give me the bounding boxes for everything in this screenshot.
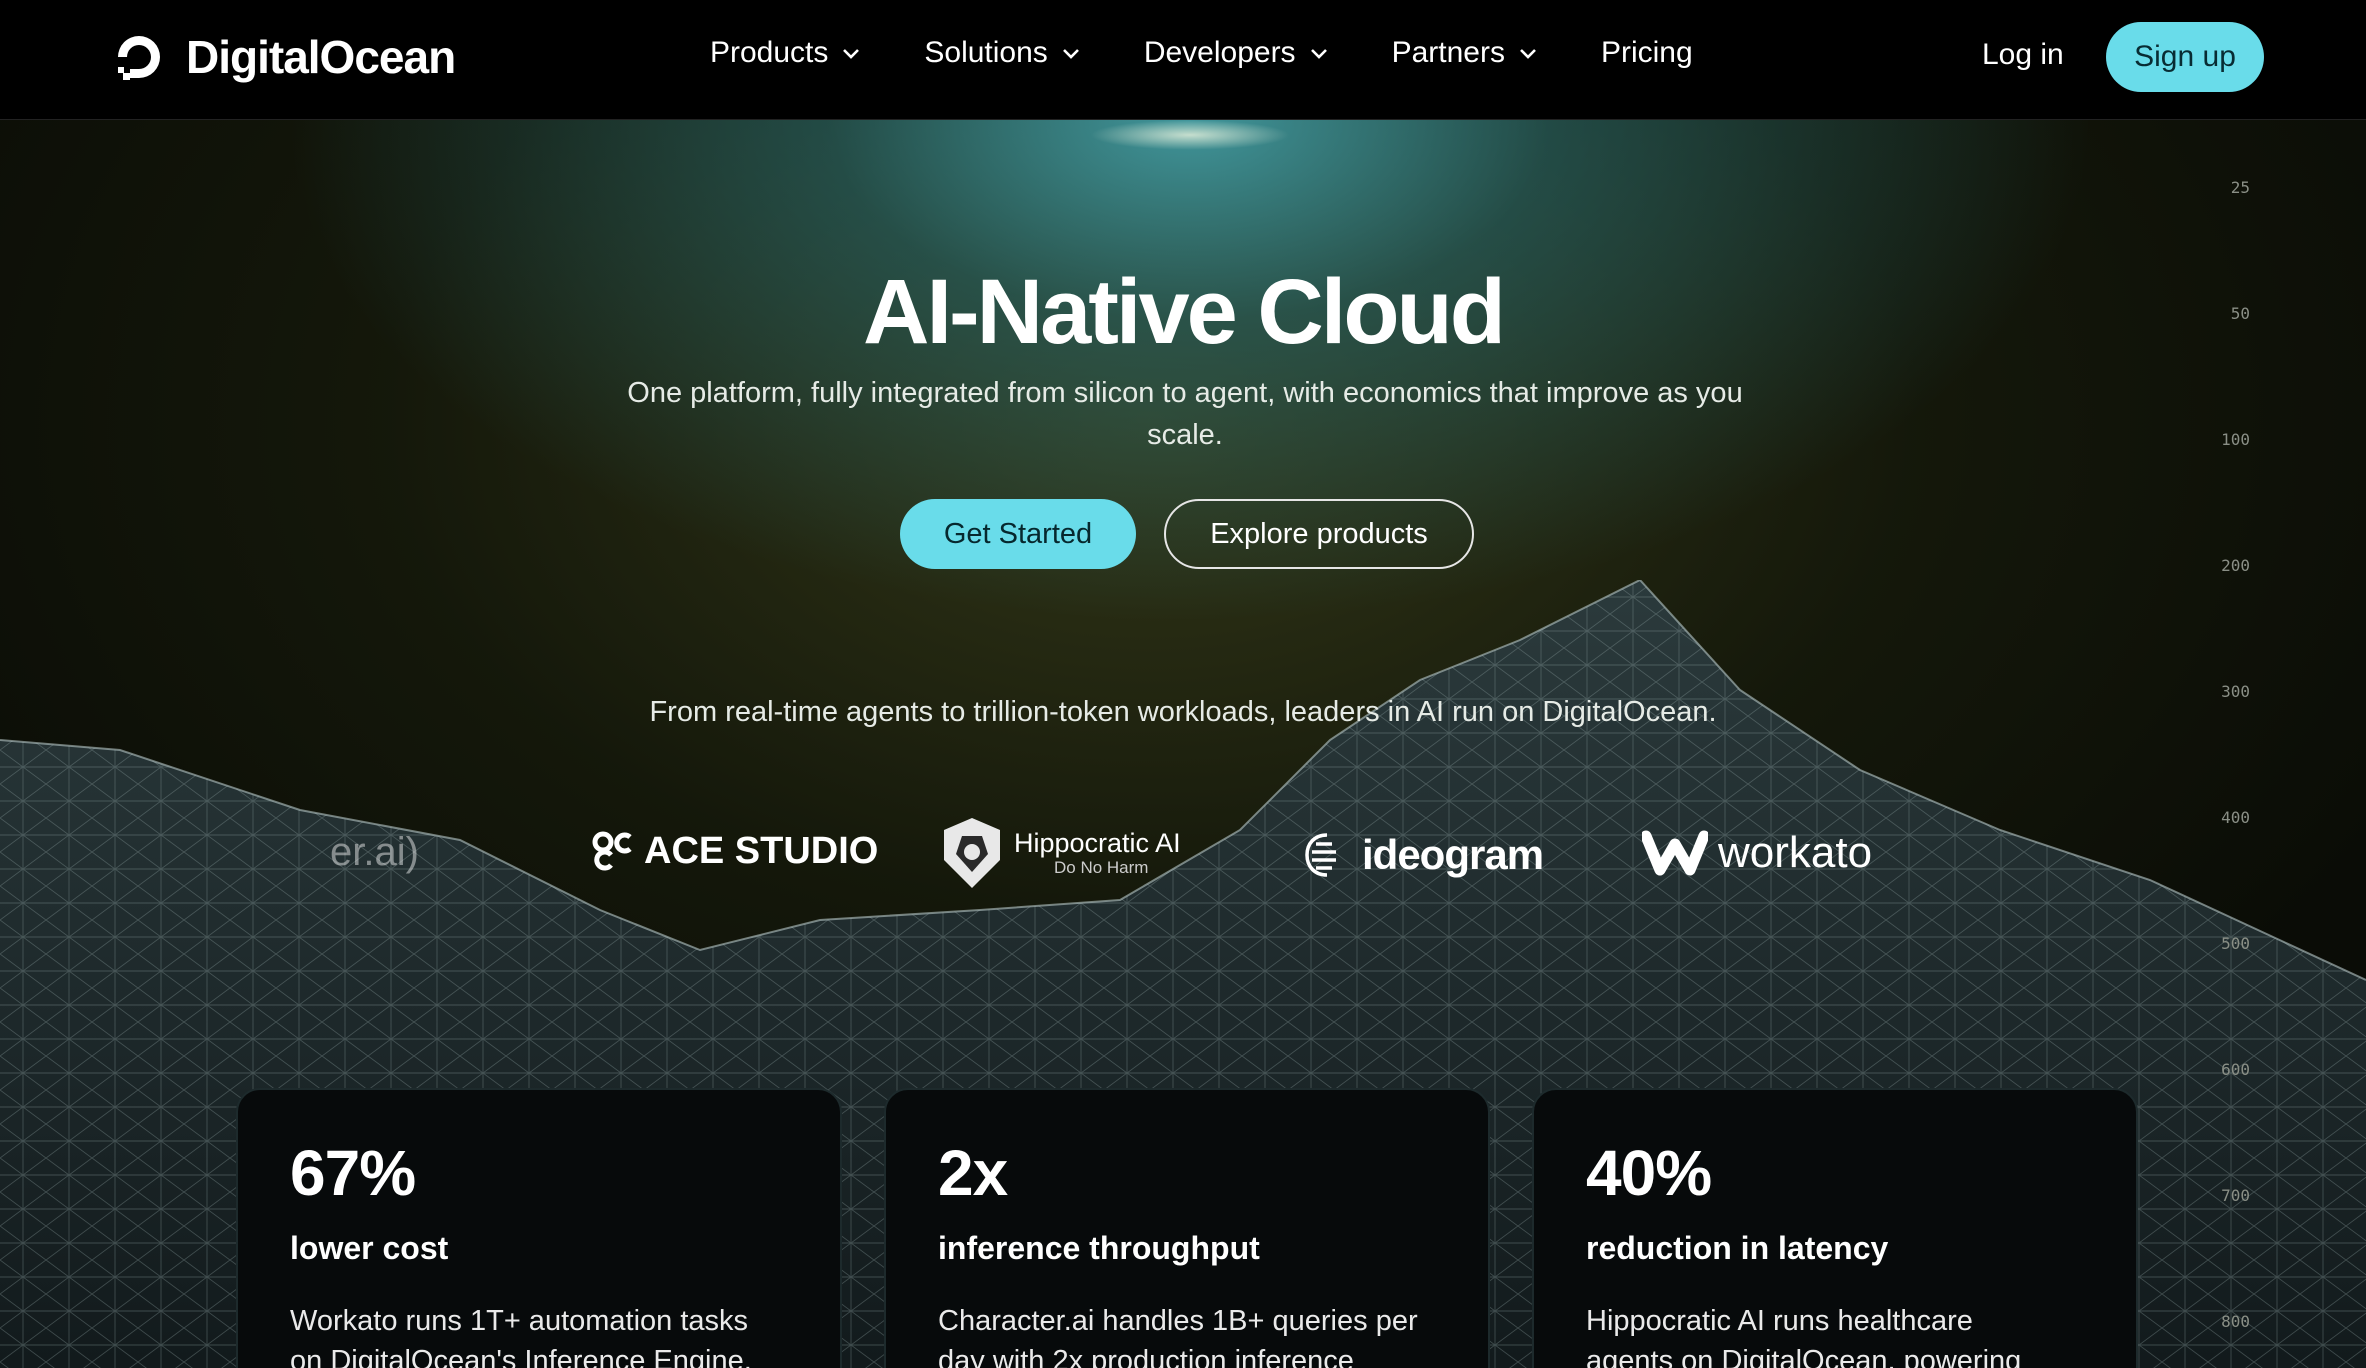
workato-mark-icon bbox=[1642, 830, 1708, 876]
nav-label: Pricing bbox=[1600, 36, 1693, 69]
logo-tagline: Do No Harm bbox=[1054, 858, 1149, 877]
stat-label: inference throughput bbox=[938, 1230, 1260, 1266]
ace-studio-logo: ACE STUDIO bbox=[592, 830, 878, 873]
logo-text: Hippocratic AI bbox=[1014, 828, 1181, 858]
character-ai-logo: er.ai) bbox=[330, 830, 419, 875]
stat-desc-line: day with 2x production inference bbox=[938, 1345, 1354, 1368]
stat-value: 2x bbox=[938, 1137, 1008, 1209]
hippocratic-ai-logo: Hippocratic AI Do No Harm bbox=[940, 816, 1181, 890]
ideogram-brain-icon bbox=[1305, 833, 1336, 877]
customer-logos: er.ai) ACE STUDIO Hippocratic AI Do No H… bbox=[0, 810, 2366, 900]
nav-label: Developers bbox=[1143, 36, 1296, 69]
stat-value: 40% bbox=[1586, 1137, 1712, 1209]
logo-text: ideogram bbox=[1362, 831, 1544, 878]
hero-light-glow bbox=[1090, 120, 1290, 150]
stat-desc-line: agents on DigitalOcean, powering bbox=[1586, 1345, 2022, 1368]
explore-products-button[interactable]: Explore products bbox=[1164, 499, 1474, 569]
nav-label: Solutions bbox=[924, 36, 1048, 69]
chevron-down-icon bbox=[1520, 49, 1536, 59]
stat-card-latency: 40% reduction in latency Hippocratic AI … bbox=[1532, 1088, 2138, 1368]
chevron-down-icon bbox=[1310, 49, 1327, 59]
signup-button[interactable]: Sign up bbox=[2106, 22, 2264, 92]
ace-studio-mark-icon bbox=[592, 831, 632, 870]
stat-label: lower cost bbox=[290, 1230, 449, 1266]
leaders-text: From real-time agents to trillion-token … bbox=[649, 696, 1717, 728]
logo-text: er.ai) bbox=[330, 830, 419, 874]
stat-desc-line: Workato runs 1T+ automation tasks bbox=[290, 1305, 749, 1337]
stat-description: Hippocratic AI runs healthcare agents on… bbox=[1586, 1301, 2084, 1368]
nav-label: Products bbox=[710, 36, 829, 69]
hippocratic-text: Hippocratic AI Do No Harm bbox=[1014, 828, 1181, 878]
brand-logo[interactable]: DigitalOcean bbox=[110, 28, 456, 86]
nav-solutions[interactable]: Solutions bbox=[924, 36, 1081, 70]
ruler-tick: 200 bbox=[2221, 556, 2250, 575]
stat-description: Character.ai handles 1B+ queries per day… bbox=[938, 1301, 1436, 1368]
chevron-down-icon bbox=[1062, 49, 1079, 59]
workato-logo: workato bbox=[1642, 828, 1872, 878]
brand-name: DigitalOcean bbox=[186, 31, 456, 83]
hero-subtitle: One platform, fully integrated from sili… bbox=[627, 377, 1743, 451]
main-nav: Products Solutions Developers Partners P… bbox=[710, 36, 1693, 70]
stat-desc-line: on DigitalOcean's Inference Engine, bbox=[290, 1345, 752, 1368]
stat-label: reduction in latency bbox=[1586, 1230, 1889, 1266]
ideogram-logo: ideogram bbox=[1302, 830, 1544, 880]
ruler-tick: 600 bbox=[2221, 1060, 2250, 1079]
login-link[interactable]: Log in bbox=[1982, 38, 2064, 72]
ruler-tick: 50 bbox=[2230, 304, 2250, 323]
site-header: DigitalOcean Products Solutions Develope… bbox=[0, 0, 2366, 120]
depth-ruler: 25 50 100 200 300 400 500 600 700 800 bbox=[2210, 120, 2310, 1368]
nav-pricing[interactable]: Pricing bbox=[1601, 36, 1693, 70]
ruler-tick: 100 bbox=[2221, 430, 2250, 449]
nav-products[interactable]: Products bbox=[710, 36, 862, 70]
ruler-tick: 400 bbox=[2221, 808, 2250, 827]
ruler-tick: 25 bbox=[2230, 178, 2250, 197]
stat-desc-line: Character.ai handles 1B+ queries per bbox=[938, 1305, 1418, 1337]
ruler-tick: 700 bbox=[2221, 1186, 2250, 1205]
get-started-button[interactable]: Get Started bbox=[900, 499, 1136, 569]
stat-value: 67% bbox=[290, 1137, 416, 1209]
logo-text: ACE STUDIO bbox=[644, 830, 879, 872]
chevron-down-icon bbox=[843, 49, 860, 59]
stat-card-cost: 67% lower cost Workato runs 1T+ automati… bbox=[236, 1088, 842, 1368]
stat-description: Workato runs 1T+ automation tasks on Dig… bbox=[290, 1301, 788, 1368]
nav-partners[interactable]: Partners bbox=[1392, 36, 1539, 70]
ruler-tick: 300 bbox=[2221, 682, 2250, 701]
ruler-tick: 800 bbox=[2221, 1312, 2250, 1331]
logo-text: workato bbox=[1718, 828, 1873, 877]
nav-developers[interactable]: Developers bbox=[1144, 36, 1330, 70]
hero-title: AI-Native Cloud bbox=[863, 261, 1506, 363]
stat-card-throughput: 2x inference throughput Character.ai han… bbox=[884, 1088, 1490, 1368]
digitalocean-logo-icon bbox=[118, 36, 160, 80]
ruler-tick: 500 bbox=[2221, 934, 2250, 953]
stat-desc-line: Hippocratic AI runs healthcare bbox=[1586, 1305, 1973, 1337]
nav-label: Partners bbox=[1391, 36, 1505, 69]
hippocratic-shield-icon bbox=[944, 818, 1000, 888]
